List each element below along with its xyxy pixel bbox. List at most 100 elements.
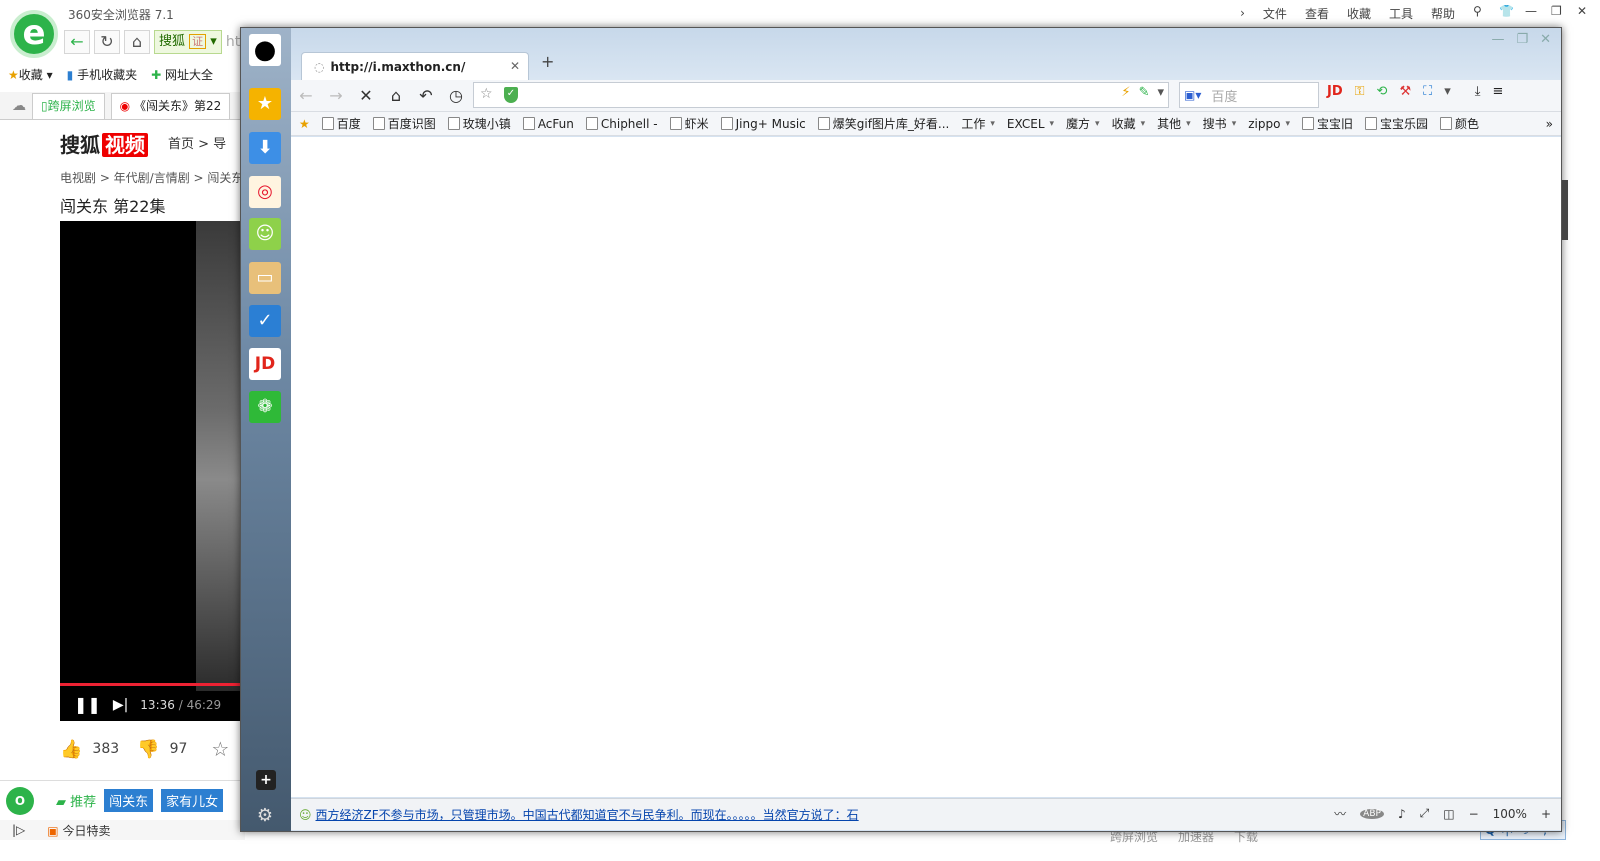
sidebar-toggle-icon[interactable]: |▷ <box>12 823 25 837</box>
security-shield-icon[interactable]: ✓ <box>504 87 518 103</box>
smile-icon[interactable]: ☺ <box>249 218 281 250</box>
bookmark-item[interactable]: AcFun <box>517 117 580 131</box>
menu-help[interactable]: 帮助 <box>1422 5 1464 22</box>
tag-link[interactable]: 家有儿女 <box>161 789 224 812</box>
bookmark-item[interactable]: 收藏 ▾ <box>1106 115 1152 132</box>
bookmark-item[interactable]: 魔方 ▾ <box>1060 115 1106 132</box>
new-tab-button[interactable]: + <box>541 52 554 71</box>
refresh-ext-icon[interactable]: ⟲ <box>1377 84 1388 99</box>
maximize-button[interactable]: ❐ <box>1516 32 1528 47</box>
download-manager-icon[interactable]: ⤓ <box>1475 84 1481 99</box>
stop-icon[interactable]: ✕ <box>351 86 381 105</box>
tab-video[interactable]: ◉ 《闯关东》第22 <box>110 92 231 119</box>
bookmark-item[interactable]: Chiphell - <box>580 117 664 131</box>
activity-icon[interactable]: 〰 <box>1334 805 1346 822</box>
more-ext-icon[interactable]: ▾ <box>1444 84 1451 99</box>
minimize-button[interactable]: — <box>1491 32 1504 47</box>
weibo-icon[interactable]: ◎ <box>249 176 281 208</box>
bookmark-item[interactable]: 其他 ▾ <box>1151 115 1197 132</box>
360-circle-icon[interactable]: O <box>6 786 34 815</box>
tag-link[interactable]: 闯关东 <box>104 789 154 812</box>
home-icon[interactable]: ⌂ <box>381 86 411 105</box>
menu-tools[interactable]: 工具 <box>1380 5 1422 22</box>
video-player[interactable]: ❚❚ ▶| 13:36 / 46:29 <box>60 221 245 721</box>
bookmark-item[interactable]: 虾米 <box>664 115 715 132</box>
recommend-link[interactable]: ▰ 推荐 <box>56 791 96 810</box>
sohu-nav[interactable]: 首页 > 导 <box>168 133 226 152</box>
video-progress-bar[interactable] <box>60 683 245 686</box>
site-identity-badge[interactable]: 搜狐 证 ▾ <box>154 30 222 54</box>
key-icon[interactable]: ⚿ <box>1355 84 1365 99</box>
bookmark-item[interactable]: 颜色 <box>1434 115 1485 132</box>
bookmark-item[interactable]: 爆笑gif图片库_好看... <box>812 115 956 132</box>
settings-gear-icon[interactable]: ⚙ <box>249 800 281 832</box>
next-icon[interactable]: ▶| <box>113 697 128 713</box>
bookmark-item[interactable]: 搜书 ▾ <box>1197 115 1243 132</box>
search-box[interactable]: ▣▾ 百度 <box>1179 82 1319 108</box>
menu-favorites[interactable]: 收藏 <box>1338 5 1380 22</box>
adblock-icon[interactable]: ABP <box>1360 808 1384 819</box>
bookmark-star-icon[interactable]: ☆ <box>480 86 493 102</box>
maximize-button[interactable]: ❐ <box>1542 4 1568 22</box>
address-bar[interactable]: ☆ ✓ ⚡ ✎ ▾ <box>473 82 1169 108</box>
tab-cross-screen[interactable]: ▯跨屏浏览 <box>32 92 105 119</box>
cloud-icon[interactable]: ☁ <box>12 98 26 114</box>
dropdown-icon[interactable]: ▾ <box>1157 85 1164 100</box>
menu-expand-icon[interactable]: › <box>1231 6 1254 20</box>
tools-icon[interactable]: ⚒ <box>1399 84 1411 99</box>
thumbs-down-icon[interactable]: 👎 <box>137 739 159 760</box>
skin-icon[interactable]: 👕 <box>1490 4 1516 22</box>
zoom-out-button[interactable]: − <box>1469 807 1479 821</box>
bookmark-item[interactable]: 宝宝乐园 <box>1359 115 1434 132</box>
bookmark-item[interactable]: 百度 <box>316 115 367 132</box>
menu-icon[interactable]: ≡ <box>1493 84 1504 99</box>
fav-item[interactable]: ✚ 网址大全 <box>151 66 213 83</box>
zoom-in-button[interactable]: + <box>1541 807 1551 821</box>
refresh-button[interactable]: ↻ <box>94 30 120 54</box>
sound-icon[interactable]: ♪ <box>1398 807 1406 821</box>
forward-icon[interactable]: → <box>321 86 351 105</box>
menu-file[interactable]: 文件 <box>1254 5 1296 22</box>
menu-view[interactable]: 查看 <box>1296 5 1338 22</box>
fav-item[interactable]: ★收藏 ▾ <box>8 66 53 83</box>
home-button[interactable]: ⌂ <box>124 30 150 54</box>
pin-icon[interactable]: ✎ <box>1139 85 1150 100</box>
add-icon[interactable]: + <box>256 770 276 790</box>
minimize-button[interactable]: — <box>1516 4 1542 22</box>
wechat-icon[interactable]: ❁ <box>249 391 281 423</box>
favorite-star-icon[interactable]: ☆ <box>211 737 229 761</box>
jd-ext-icon[interactable]: JD <box>1327 84 1343 99</box>
today-sale-link[interactable]: ▣ 今日特卖 <box>47 822 110 839</box>
bookmark-item[interactable]: 宝宝旧 <box>1296 115 1359 132</box>
notes-icon[interactable]: ▭ <box>249 262 281 294</box>
history-icon[interactable]: ◷ <box>441 86 471 105</box>
undo-icon[interactable]: ↶ <box>411 86 441 105</box>
back-button[interactable]: ← <box>64 30 90 54</box>
avatar[interactable]: ● <box>249 34 281 66</box>
bookmark-item[interactable]: EXCEL ▾ <box>1001 117 1060 131</box>
thumbs-up-icon[interactable]: 👍 <box>60 739 82 760</box>
zoom-level[interactable]: 100% <box>1493 807 1527 821</box>
bookmark-item[interactable]: 工作 ▾ <box>955 115 1001 132</box>
split-view-icon[interactable]: ◫ <box>1443 807 1454 821</box>
fullscreen-icon[interactable]: ⤢ <box>1420 806 1430 821</box>
scrollbar-thumb[interactable] <box>1562 180 1568 240</box>
jd-icon[interactable]: JD <box>249 348 281 380</box>
back-icon[interactable]: ← <box>291 86 321 105</box>
breadcrumb[interactable]: 电视剧 > 年代剧/言情剧 > 闯关东 <box>60 169 243 186</box>
sohu-video-logo[interactable]: 搜狐 视频 <box>60 129 148 158</box>
bookmark-item[interactable]: 百度识图 <box>367 115 442 132</box>
close-button[interactable]: ✕ <box>1568 4 1594 22</box>
download-icon[interactable]: ⬇ <box>249 132 281 164</box>
bookmark-item[interactable]: zippo ▾ <box>1242 117 1296 131</box>
address-text[interactable]: ht <box>226 34 240 50</box>
favorites-star-icon[interactable]: ★ <box>299 117 310 131</box>
bookmark-item[interactable]: Jing+ Music <box>715 117 812 131</box>
screenshot-icon[interactable]: ⛶ <box>1423 84 1432 99</box>
tab-active[interactable]: ◌ http://i.maxthon.cn/ ✕ <box>301 52 529 80</box>
close-button[interactable]: ✕ <box>1540 32 1551 47</box>
search-engine-icon[interactable]: ▣▾ <box>1184 88 1201 102</box>
favorites-star-icon[interactable]: ★ <box>249 88 281 120</box>
tab-close-icon[interactable]: ✕ <box>510 53 520 79</box>
news-ticker-link[interactable]: 西方经济ZF不参与市场，只管理市场。中国古代都知道官不与民争利。而现在。。。。。… <box>316 806 859 823</box>
